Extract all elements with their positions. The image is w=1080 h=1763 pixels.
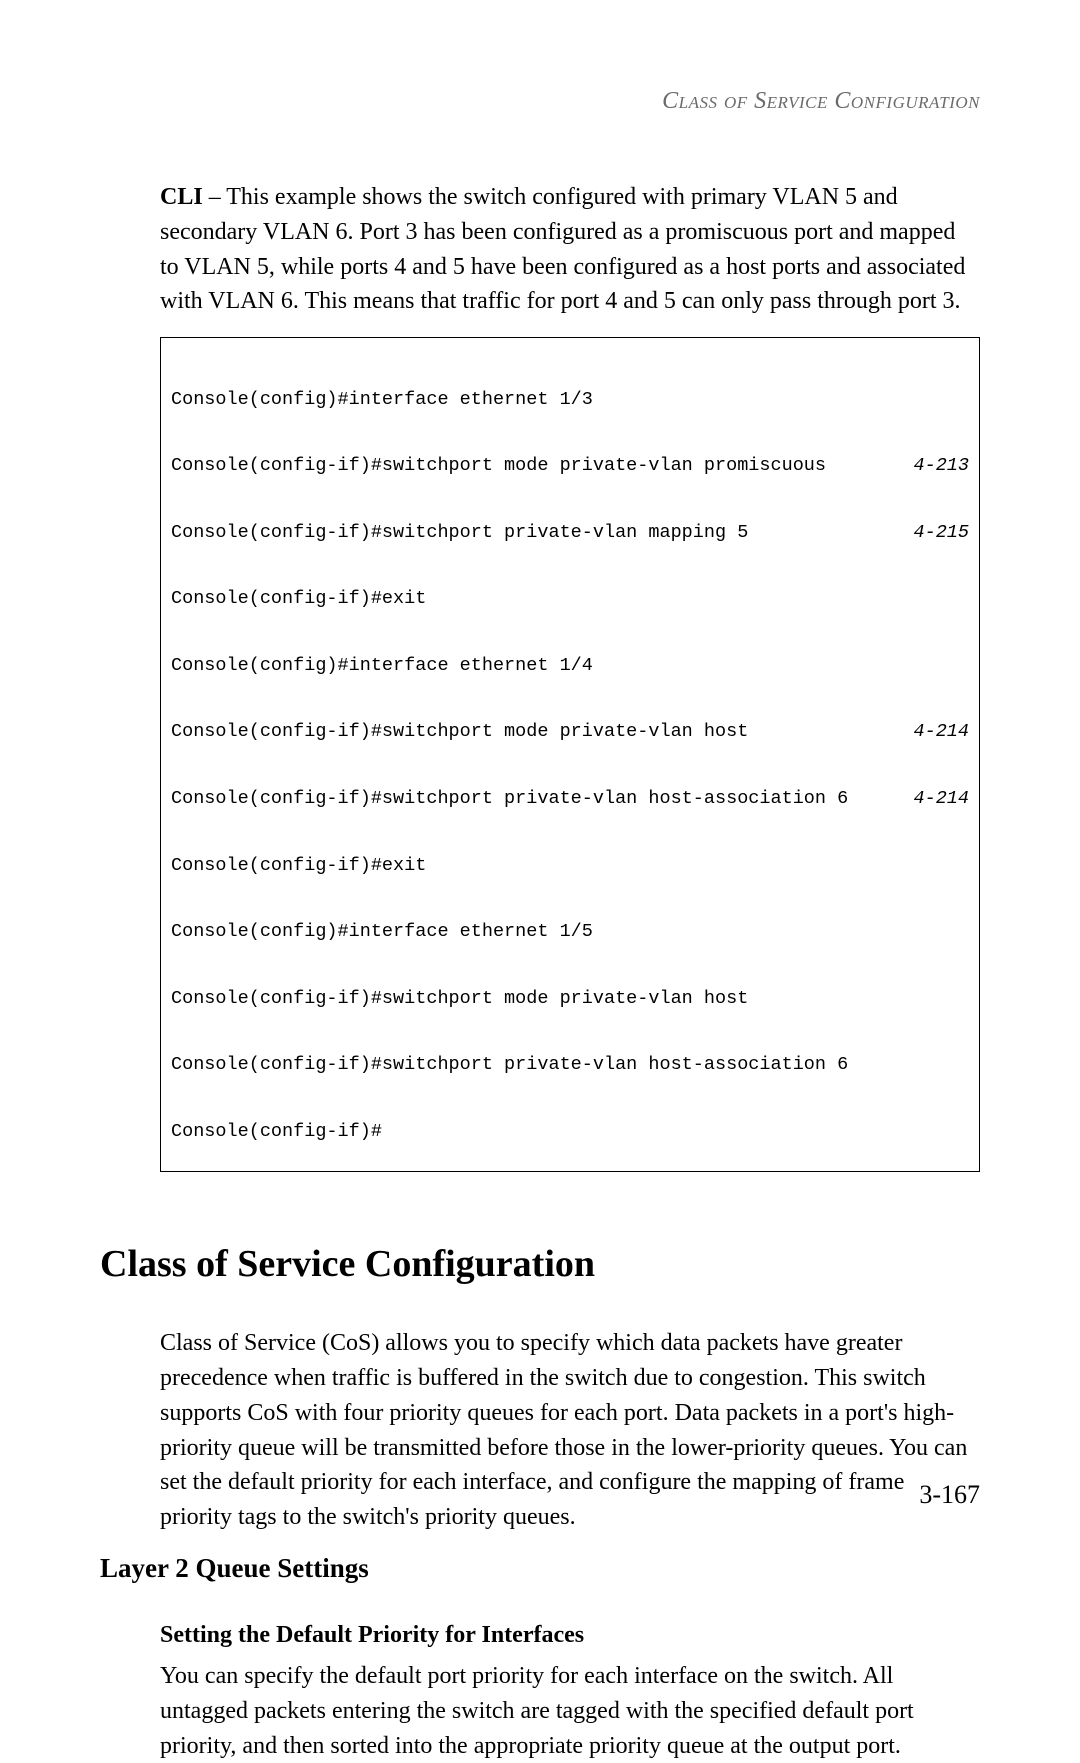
subsubsection-heading: Setting the Default Priority for Interfa…	[160, 1622, 980, 1649]
code-line: Console(config-if)#exit	[171, 855, 969, 877]
intro-paragraph: CLI – This example shows the switch conf…	[160, 180, 980, 319]
page-number: 3-167	[919, 1480, 980, 1510]
cli-label: CLI	[160, 184, 203, 210]
running-header: Class of Service Configuration	[100, 88, 980, 115]
code-line: Console(config-if)#switchport mode priva…	[171, 455, 969, 477]
code-line: Console(config)#interface ethernet 1/5	[171, 921, 969, 943]
section-paragraph: Class of Service (CoS) allows you to spe…	[160, 1326, 980, 1535]
intro-text: – This example shows the switch configur…	[160, 184, 965, 314]
code-line: Console(config)#interface ethernet 1/3	[171, 389, 969, 411]
code-line: Console(config-if)#exit	[171, 588, 969, 610]
code-line: Console(config-if)#switchport private-vl…	[171, 788, 969, 810]
code-line: Console(config-if)#switchport mode priva…	[171, 721, 969, 743]
code-line: Console(config-if)#switchport mode priva…	[171, 988, 969, 1010]
code-line: Console(config-if)#switchport private-vl…	[171, 522, 969, 544]
code-line: Console(config)#interface ethernet 1/4	[171, 655, 969, 677]
section-heading: Class of Service Configuration	[100, 1242, 980, 1286]
code-block: Console(config)#interface ethernet 1/3 C…	[160, 337, 980, 1172]
code-line: Console(config-if)#	[171, 1121, 969, 1143]
subsubsection-paragraph: You can specify the default port priorit…	[160, 1659, 980, 1763]
subsection-heading: Layer 2 Queue Settings	[100, 1553, 980, 1584]
code-line: Console(config-if)#switchport private-vl…	[171, 1054, 969, 1076]
